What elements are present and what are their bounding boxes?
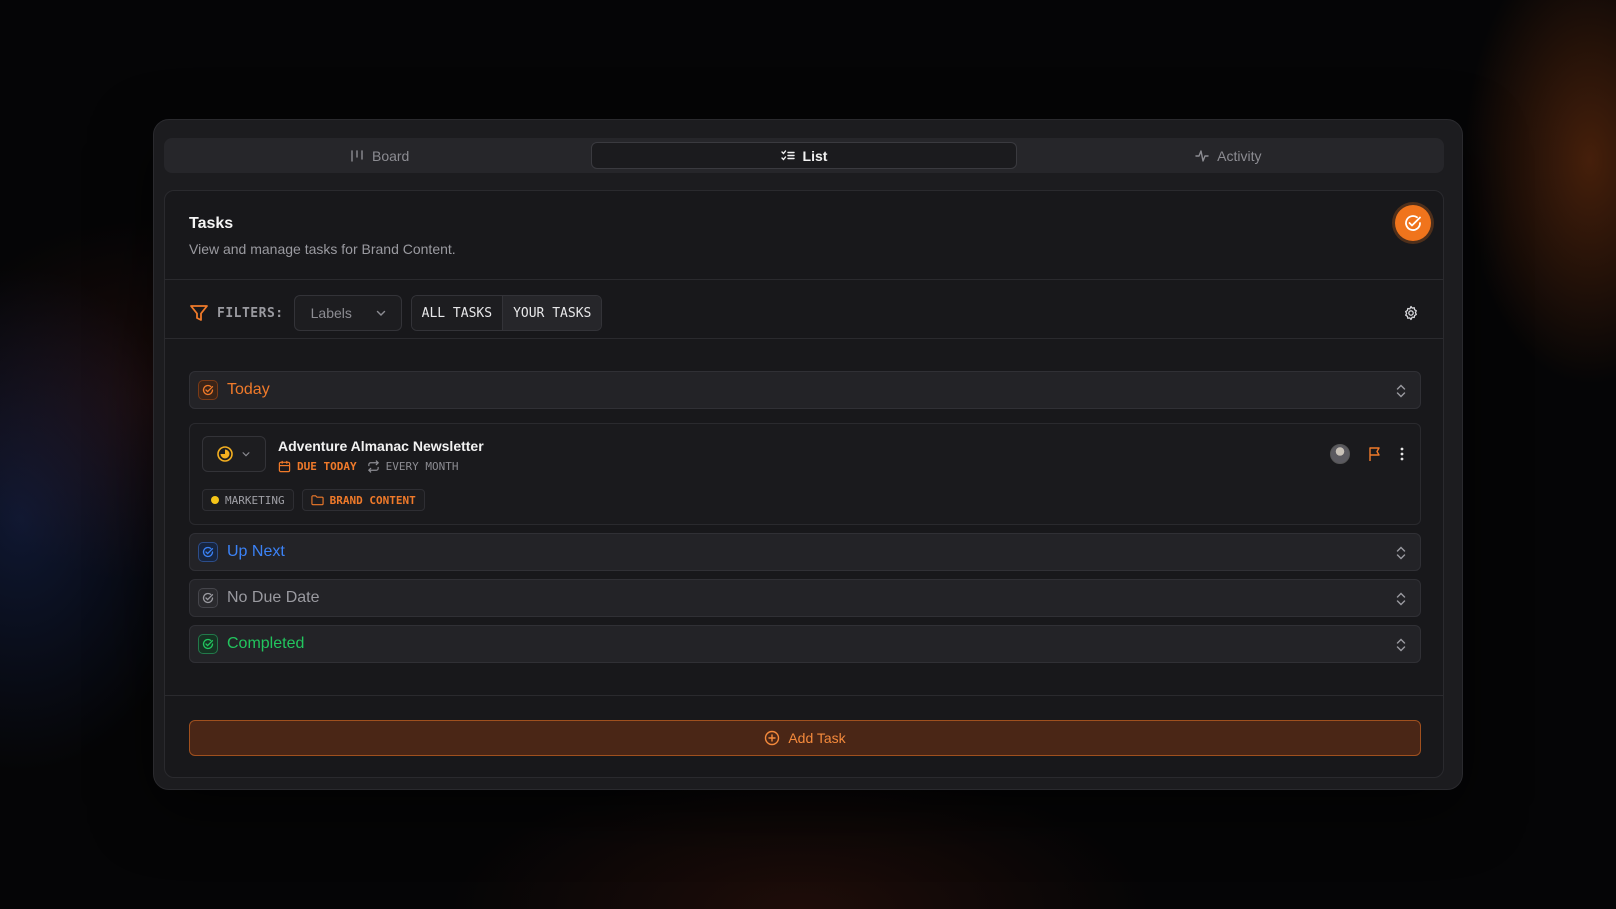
chevron-down-icon <box>242 452 250 457</box>
section-completed[interactable]: Completed <box>189 625 1421 663</box>
project-tag[interactable]: BRAND CONTENT <box>301 489 425 511</box>
more-vertical-icon[interactable] <box>1400 447 1404 461</box>
calendar-icon <box>278 460 291 473</box>
app-window: Board List Activity Tasks View and manag… <box>153 119 1463 790</box>
tasks-card: Tasks View and manage tasks for Brand Co… <box>164 190 1444 778</box>
section-today[interactable]: Today <box>189 371 1421 409</box>
check-circle-icon <box>202 384 214 396</box>
tab-board[interactable]: Board <box>168 142 591 169</box>
activity-icon <box>1195 149 1209 162</box>
due-date: DUE TODAY <box>297 460 357 473</box>
task-status-dropdown[interactable] <box>202 436 266 472</box>
task-scope-toggle: ALL TASKS YOUR TASKS <box>410 295 603 331</box>
repeat-icon <box>367 460 379 473</box>
recurrence: EVERY MONTH <box>385 460 459 473</box>
section-label: Completed <box>227 635 305 652</box>
folder-icon <box>310 495 324 506</box>
page-title: Tasks <box>189 215 234 232</box>
card-header: Tasks View and manage tasks for Brand Co… <box>189 215 456 257</box>
filter-icon <box>190 305 208 321</box>
task-tags: MARKETING BRAND CONTENT <box>202 489 425 511</box>
tab-label: Board <box>371 147 410 164</box>
today-section-icon <box>198 380 218 400</box>
flag-icon[interactable] <box>1368 446 1382 462</box>
expand-collapse-icon <box>1396 546 1406 560</box>
add-task-button[interactable]: Add Task <box>189 720 1421 756</box>
tab-activity[interactable]: Activity <box>1017 142 1440 169</box>
tab-list[interactable]: List <box>591 142 1017 169</box>
section-no-due-date[interactable]: No Due Date <box>189 579 1421 617</box>
filter-bar: FILTERS: Labels ALL TASKS YOUR TASKS <box>189 295 603 331</box>
task-title[interactable]: Adventure Almanac Newsletter <box>278 438 484 454</box>
check-circle-icon <box>202 638 214 650</box>
tasks-badge <box>1395 205 1431 241</box>
expand-collapse-icon <box>1396 592 1406 606</box>
up-next-section-icon <box>198 542 218 562</box>
task-row[interactable]: Adventure Almanac Newsletter DUE TODAY E… <box>189 423 1421 525</box>
assignee-avatar[interactable] <box>1330 444 1350 464</box>
divider <box>165 279 1443 280</box>
check-circle-icon <box>202 592 214 604</box>
your-tasks-button[interactable]: YOUR TASKS <box>502 296 602 330</box>
in-progress-icon <box>217 446 233 462</box>
task-meta: DUE TODAY EVERY MONTH <box>278 460 458 473</box>
filters-label: FILTERS: <box>189 303 284 323</box>
tab-label: Activity <box>1217 147 1262 164</box>
expand-collapse-icon <box>1396 384 1406 398</box>
all-tasks-button[interactable]: ALL TASKS <box>411 296 503 330</box>
tab-label: List <box>802 147 828 164</box>
section-label: Up Next <box>227 543 285 560</box>
no-due-section-icon <box>198 588 218 608</box>
page-subtitle: View and manage tasks for Brand Content. <box>189 241 456 257</box>
labels-select[interactable]: Labels <box>293 295 402 331</box>
add-task-label: Add Task <box>788 730 846 746</box>
expand-collapse-icon <box>1396 638 1406 652</box>
section-label: Today <box>227 381 270 398</box>
gear-icon[interactable] <box>1403 305 1419 321</box>
section-label: No Due Date <box>227 589 320 606</box>
task-actions <box>1330 444 1404 464</box>
check-circle-icon <box>202 546 214 558</box>
view-tabs: Board List Activity <box>164 138 1444 173</box>
list-icon <box>780 149 795 161</box>
section-up-next[interactable]: Up Next <box>189 533 1421 571</box>
label-tag[interactable]: MARKETING <box>202 489 294 511</box>
divider <box>165 695 1443 696</box>
divider <box>165 338 1443 339</box>
board-icon <box>351 149 363 162</box>
check-circle-icon <box>1405 215 1421 231</box>
plus-circle-icon <box>765 730 780 746</box>
chevron-down-icon <box>376 310 385 316</box>
label-color-dot <box>211 496 219 504</box>
completed-section-icon <box>198 634 218 654</box>
